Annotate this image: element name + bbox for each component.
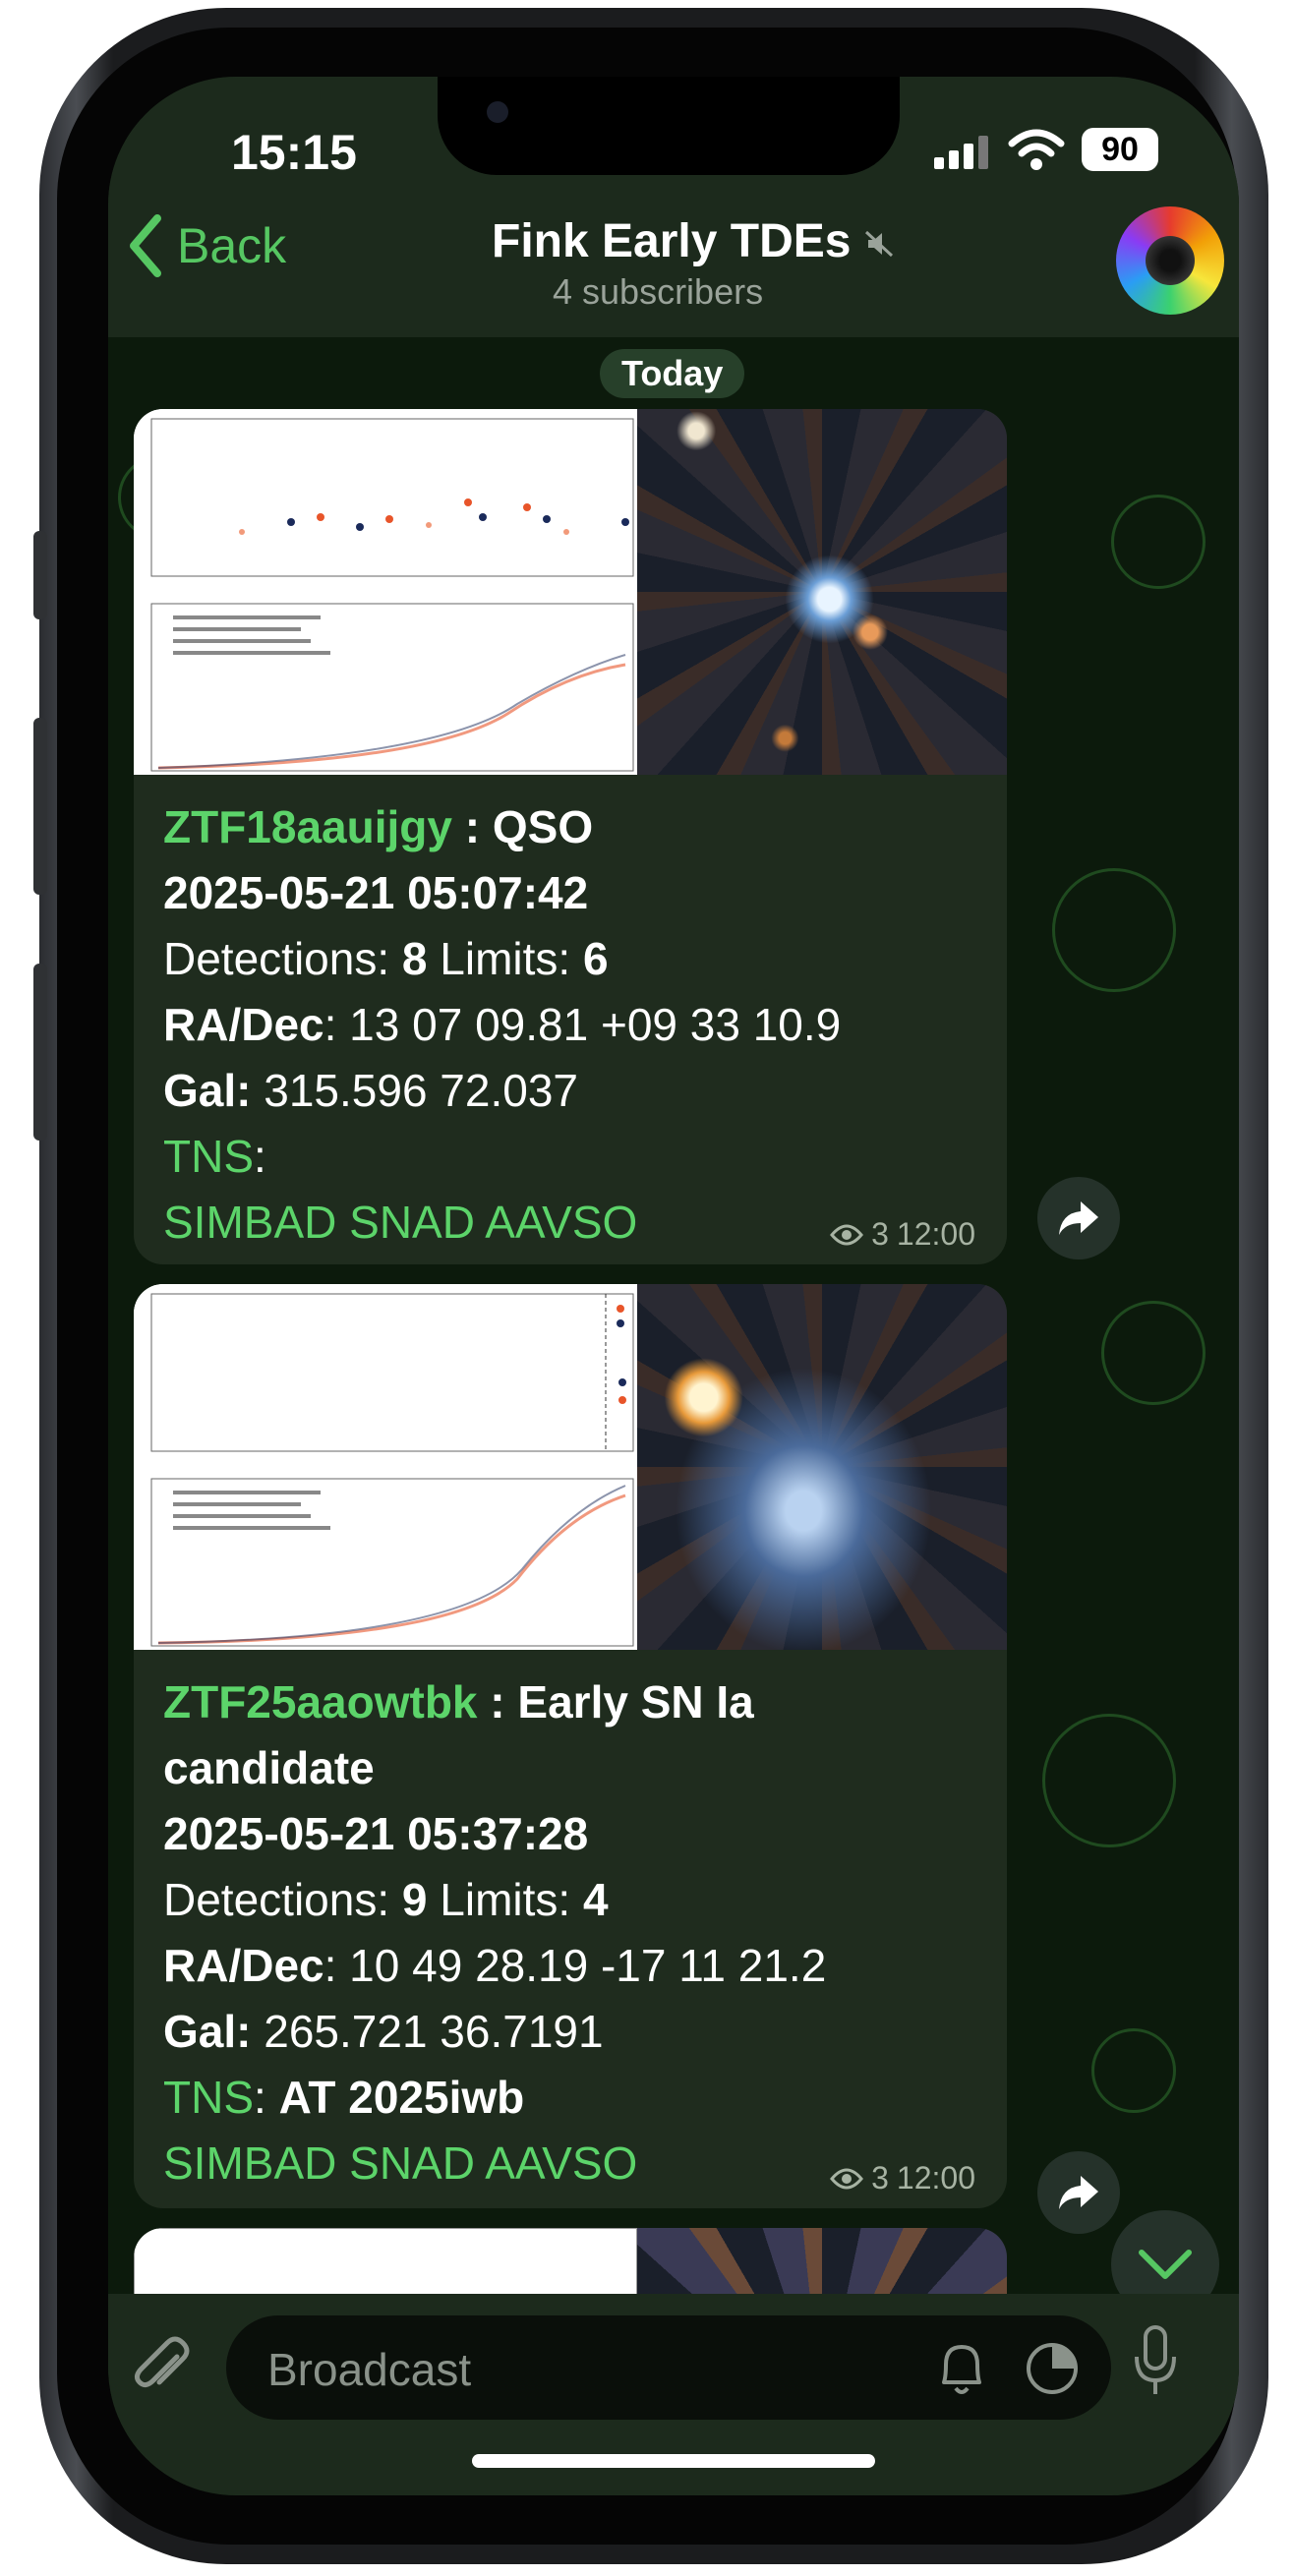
limits-label: Limits: — [440, 1874, 571, 1925]
message-time: 12:00 — [896, 1216, 975, 1252]
status-time: 15:15 — [231, 125, 357, 180]
detections-count: 8 — [401, 933, 428, 984]
aavso-link[interactable]: AAVSO — [485, 2137, 637, 2189]
object-id-link[interactable]: ZTF18aauijgy — [163, 801, 452, 852]
view-count: 3 — [871, 1216, 889, 1252]
wallpaper-doodle — [1101, 1301, 1206, 1405]
limits-label: Limits: — [440, 933, 571, 984]
object-id-link[interactable]: ZTF25aaowtbk — [163, 1676, 478, 1727]
message-text: ZTF18aauijgy : QSO 2025-05-21 05:07:42 D… — [134, 775, 1007, 1256]
mute-switch — [33, 531, 47, 619]
view-count: 3 — [871, 2160, 889, 2195]
eye-icon — [830, 1224, 864, 1245]
muted-icon — [864, 231, 893, 258]
home-indicator[interactable] — [472, 2454, 875, 2468]
date-separator: Today — [600, 349, 745, 398]
eye-icon — [830, 2168, 864, 2189]
gal-value: 315.596 72.037 — [264, 1065, 579, 1116]
input-placeholder: Broadcast — [267, 2344, 472, 2395]
detections-label: Detections: — [163, 1874, 390, 1925]
wifi-icon — [1008, 129, 1065, 170]
volume-up-button — [33, 718, 47, 895]
message-bubble[interactable]: ZTF18aauijgy : QSO 2025-05-21 05:07:42 D… — [134, 409, 1007, 1264]
bell-icon[interactable] — [934, 2339, 989, 2398]
message-meta: 3 12:00 — [830, 2160, 975, 2196]
wallpaper-doodle — [1052, 868, 1176, 992]
snad-link[interactable]: SNAD — [349, 1197, 475, 1248]
gal-label: Gal: — [163, 1065, 252, 1116]
forward-arrow-icon — [1059, 1201, 1098, 1235]
chevron-down-icon — [1139, 2250, 1192, 2279]
sky-cutout-image[interactable] — [637, 1284, 1007, 1650]
broadcast-input[interactable]: Broadcast — [226, 2315, 1111, 2420]
wallpaper-doodle — [1042, 1714, 1176, 1847]
gal-label: Gal: — [163, 2006, 252, 2057]
channel-title[interactable]: Fink Early TDEs — [492, 214, 896, 268]
radec-value: 13 07 09.81 +09 33 10.9 — [349, 999, 842, 1050]
detections-label: Detections: — [163, 933, 390, 984]
paperclip-icon[interactable] — [130, 2335, 195, 2400]
battery-indicator: 90 — [1082, 128, 1158, 171]
lightcurve-plot-image[interactable] — [134, 2228, 637, 2294]
microphone-icon[interactable] — [1131, 2323, 1180, 2402]
forward-button[interactable] — [1037, 2151, 1120, 2234]
channel-name: Fink Early TDEs — [492, 215, 852, 267]
sky-cutout-image[interactable] — [637, 409, 1007, 775]
tns-link[interactable]: TNS — [163, 1131, 254, 1182]
classification-continued: candidate — [163, 1742, 375, 1793]
volume-down-button — [33, 964, 47, 1141]
input-bar: Broadcast — [108, 2294, 1239, 2495]
forward-arrow-icon — [1059, 2176, 1098, 2209]
status-bar: 15:15 90 — [108, 77, 1239, 185]
wallpaper-doodle — [1091, 2028, 1176, 2113]
message-meta: 3 12:00 — [830, 1216, 975, 1253]
screen: 15:15 90 Back Fink Early TDEs 4 subscrib… — [108, 77, 1239, 2495]
subscriber-count: 4 subscribers — [553, 271, 764, 312]
scroll-to-bottom-button[interactable] — [1111, 2210, 1219, 2294]
limits-count: 6 — [582, 933, 609, 984]
sky-cutout-image[interactable] — [637, 2228, 1007, 2294]
message-bubble[interactable] — [134, 2228, 1007, 2294]
simbad-link[interactable]: SIMBAD — [163, 1197, 336, 1248]
detections-count: 9 — [401, 1874, 428, 1925]
forward-button[interactable] — [1037, 1177, 1120, 1259]
message-list[interactable]: Today ZTF18aauijgy: QSO 2025-05-21 05:0… — [108, 337, 1239, 2294]
radec-label: RA/Dec — [163, 1940, 324, 1991]
alert-datetime: 2025-05-21 05:07:42 — [163, 867, 589, 918]
alert-datetime: 2025-05-21 05:37:28 — [163, 1808, 589, 1859]
chevron-left-icon — [130, 214, 161, 277]
classification: QSO — [492, 801, 594, 852]
chat-header: Back Fink Early TDEs 4 subscribers — [108, 185, 1239, 337]
tns-link[interactable]: TNS — [163, 2072, 254, 2123]
tns-value: AT 2025iwb — [278, 2072, 525, 2123]
lightcurve-plot-image[interactable] — [134, 1284, 637, 1650]
front-camera — [487, 101, 508, 123]
message-text: ZTF25aaowtbk : Early SN Ia candidate 202… — [134, 1650, 1007, 2196]
back-button[interactable]: Back — [126, 214, 286, 277]
radec-value: 10 49 28.19 -17 11 21.2 — [349, 1940, 827, 1991]
message-time: 12:00 — [896, 2160, 975, 2195]
dynamic-island — [438, 77, 900, 175]
classification: Early SN Ia — [517, 1676, 754, 1727]
message-bubble[interactable]: ZTF25aaowtbk : Early SN Ia candidate 202… — [134, 1284, 1007, 2208]
snad-link[interactable]: SNAD — [349, 2137, 475, 2189]
schedule-timer-icon[interactable] — [1023, 2339, 1082, 2398]
wallpaper-doodle — [1111, 495, 1206, 589]
cellular-signal-icon — [934, 136, 993, 169]
back-label: Back — [177, 218, 287, 273]
radec-label: RA/Dec — [163, 999, 324, 1050]
aavso-link[interactable]: AAVSO — [485, 1197, 637, 1248]
channel-avatar[interactable] — [1116, 206, 1224, 315]
simbad-link[interactable]: SIMBAD — [163, 2137, 336, 2189]
limits-count: 4 — [582, 1874, 609, 1925]
lightcurve-plot-image[interactable] — [134, 409, 637, 775]
gal-value: 265.721 36.7191 — [264, 2006, 604, 2057]
